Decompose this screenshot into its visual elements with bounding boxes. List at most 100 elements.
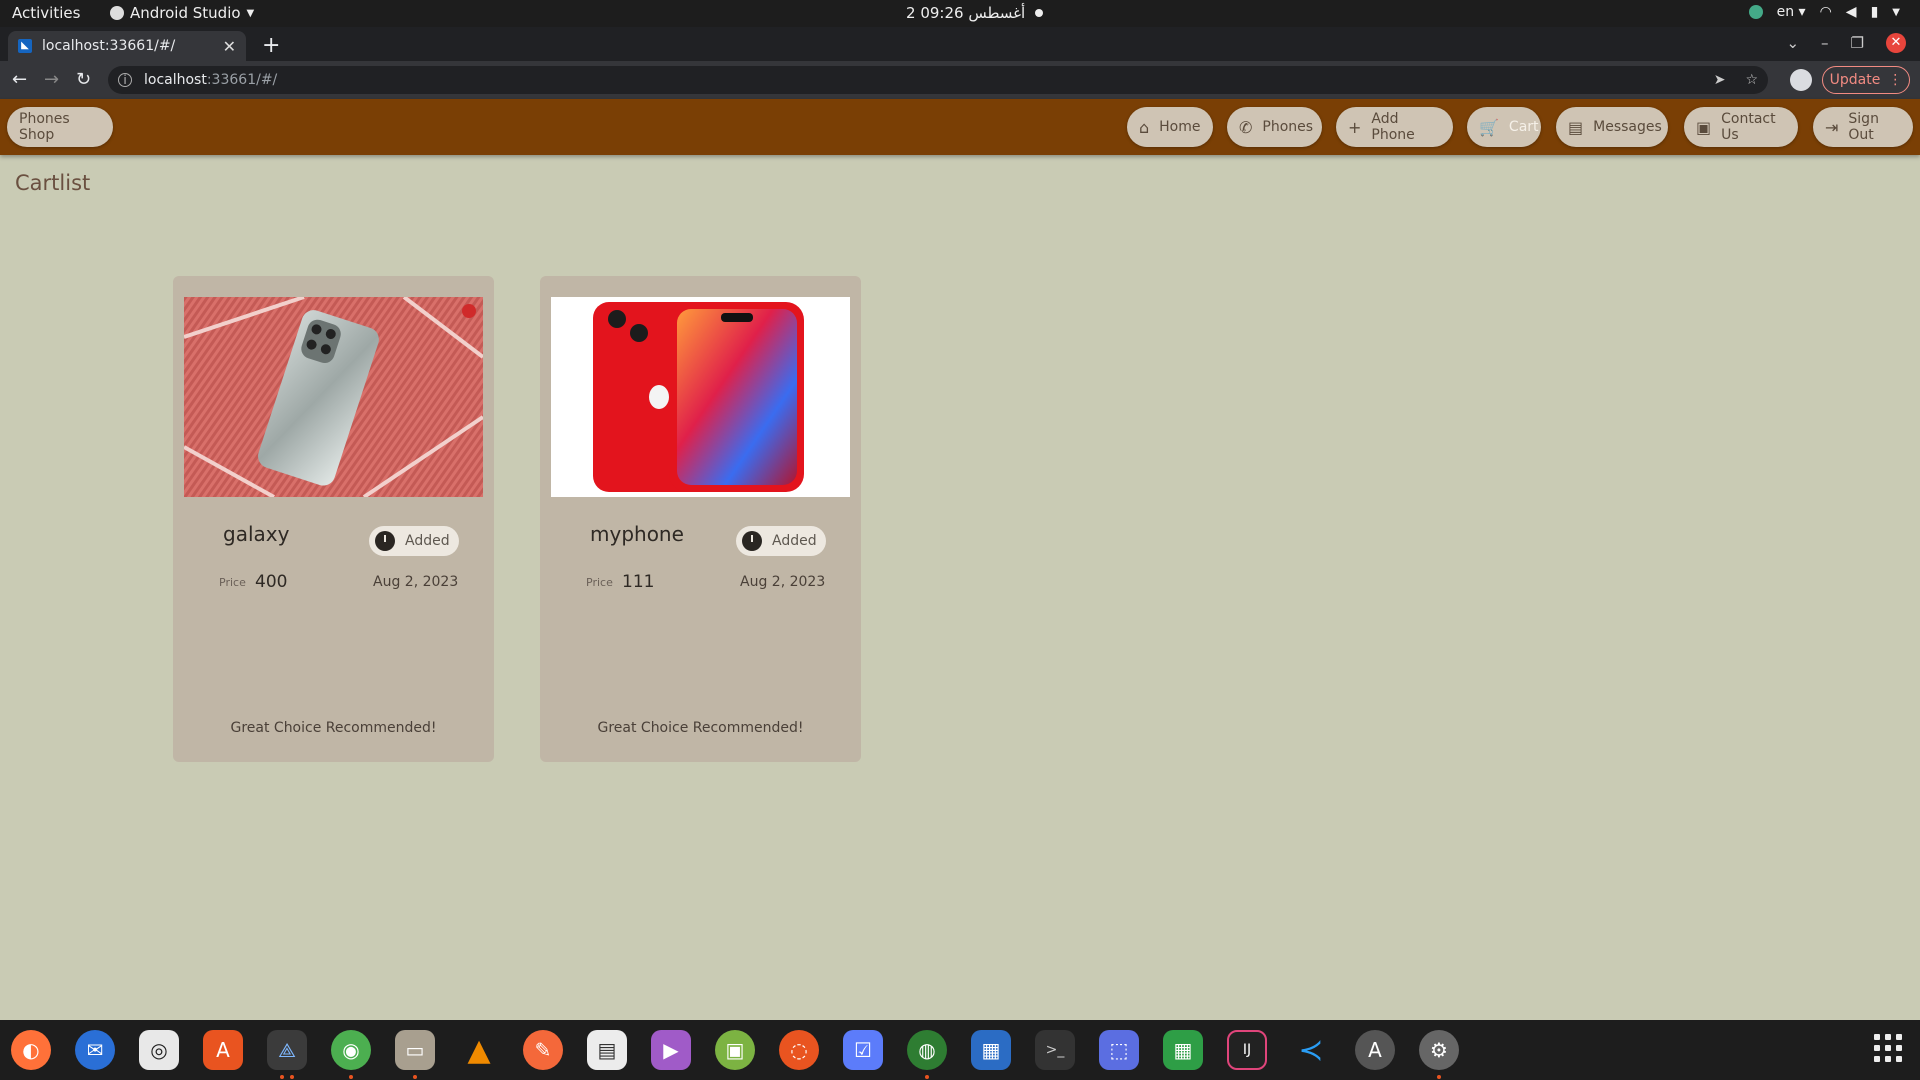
clock[interactable]: 2 أغسطس 09:26 [906,4,1044,22]
show-applications-icon[interactable] [1874,1034,1902,1062]
contact-icon: ▣ [1696,117,1712,137]
vscode-icon[interactable]: ≺ [1291,1030,1331,1070]
brand-button[interactable]: Phones Shop [7,107,113,147]
update-button[interactable]: Update ⋮ [1822,66,1910,94]
reload-icon[interactable]: ↻ [76,69,91,90]
forward-arrow-icon[interactable]: → [44,69,59,90]
nav-messages-label: Messages [1593,119,1662,135]
update-label: Update [1829,72,1881,88]
ubuntu-icon[interactable]: ◌ [779,1030,819,1070]
language-indicator[interactable]: en ▾ [1777,4,1806,20]
rhythmbox-icon[interactable]: ◎ [139,1030,179,1070]
nav-contact-us-button[interactable]: ▣ Contact Us [1684,107,1798,147]
card-phone-name: galaxy [223,522,290,546]
firefox-icon[interactable]: ◐ [11,1030,51,1070]
back-arrow-icon[interactable]: ← [12,69,27,90]
profile-avatar-icon[interactable] [1790,69,1812,91]
nav-cart-button[interactable]: 🛒 Cart [1467,107,1541,147]
software-center-icon[interactable]: A [203,1030,243,1070]
settings-icon[interactable]: ⚙ [1419,1030,1459,1070]
battery-icon: ▮ [1870,4,1879,20]
added-status-chip[interactable]: Added [736,526,826,556]
android-studio-icon [110,6,124,20]
android-icon[interactable]: ▣ [715,1030,755,1070]
language-label: en [1776,4,1795,20]
system-tray[interactable]: en ▾ ◠ ◀ ▮ ▼ [1748,4,1900,20]
url-path: :33661/#/ [206,72,278,88]
brand-label: Phones Shop [19,111,70,143]
android-studio-icon[interactable]: ⟁ [267,1030,307,1070]
running-indicator [290,1075,294,1079]
cart-card[interactable]: galaxy Added Price 400 Aug 2, 2023 Great… [173,276,494,762]
flutter-favicon-icon: ◣ [18,39,32,53]
globe-icon[interactable]: ◍ [907,1030,947,1070]
minimize-icon[interactable]: – [1821,34,1829,52]
clock-icon [375,531,395,551]
cart-icon: 🛒 [1479,117,1499,137]
recommendation-note: Great Choice Recommended! [230,720,437,736]
home-icon: ⌂ [1139,117,1150,137]
iphone-image [551,297,850,497]
files-icon[interactable]: ▭ [395,1030,435,1070]
nav-home-button[interactable]: ⌂ Home [1127,107,1213,147]
system-top-bar: Activities Android Studio ▼ 2 أغسطس 09:2… [0,0,1920,27]
vlc-icon[interactable]: ▲ [459,1030,499,1070]
tasks-icon[interactable]: ☑ [843,1030,883,1070]
notification-dot-icon [1035,9,1044,17]
writer-icon[interactable]: ▦ [971,1030,1011,1070]
price-label: Price [586,576,613,589]
app-menu-label: Android Studio [130,4,241,22]
window-close-icon[interactable]: ✕ [1886,33,1906,53]
ubuntu-dock: ◐ ✉ ◎ A ⟁ ◉ ▭ ▲ ✎ ▤ ▶ ▣ ◌ ☑ ◍ ▦ >_ ⬚ ▦ I… [0,1020,1920,1080]
pen-icon[interactable]: ✎ [523,1030,563,1070]
nav-sign-out-label: Sign Out [1848,111,1879,143]
nav-phones-button[interactable]: ✆ Phones [1227,107,1322,147]
nav-sign-out-button[interactable]: ⇥ Sign Out [1813,107,1913,147]
added-status-chip[interactable]: Added [369,526,459,556]
thunderbird-icon[interactable]: ✉ [75,1030,115,1070]
app-menu[interactable]: Android Studio ▼ [110,4,254,22]
activities-button[interactable]: Activities [12,4,80,22]
more-vert-icon: ⋮ [1888,72,1903,88]
document-viewer-icon[interactable]: ▤ [587,1030,627,1070]
volume-icon: ◀ [1845,4,1857,20]
send-icon[interactable]: ➤ [1714,72,1726,88]
updater-icon[interactable]: A [1355,1030,1395,1070]
nav-messages-button[interactable]: ▤ Messages [1556,107,1668,147]
galaxy-phone-image [184,297,483,497]
cart-card[interactable]: myphone Added Price 111 Aug 2, 2023 Grea… [540,276,861,762]
added-date: Aug 2, 2023 [740,574,826,590]
address-bar[interactable]: i localhost:33661/#/ ➤ ☆ [108,66,1768,94]
calc-icon[interactable]: ▦ [1163,1030,1203,1070]
browser-tab[interactable]: ◣ localhost:33661/#/ ✕ [8,31,246,61]
terminal-icon[interactable]: >_ [1035,1030,1075,1070]
tab-search-chevron-icon[interactable]: ⌄ [1786,34,1799,52]
plus-icon: + [1348,117,1362,137]
browser-tab-strip: ◣ localhost:33661/#/ ✕ + ⌄ – ❐ ✕ [0,27,1920,61]
bookmark-star-icon[interactable]: ☆ [1745,72,1758,88]
clock-icon [742,531,762,551]
chip-label: Added [772,533,817,549]
added-date: Aug 2, 2023 [373,574,459,590]
nav-phones-label: Phones [1262,119,1314,135]
wifi-icon: ◠ [1819,4,1832,20]
video-icon[interactable]: ▶ [651,1030,691,1070]
nav-home-label: Home [1159,119,1201,135]
info-icon[interactable]: i [118,73,132,87]
nav-add-phone-label: Add Phone [1371,111,1415,143]
globe-icon [1748,5,1763,19]
running-indicator [280,1075,284,1079]
chip-label: Added [405,533,450,549]
chrome-icon[interactable]: ◉ [331,1030,371,1070]
app-header: Phones Shop ⌂ Home ✆ Phones + Add Phone … [0,99,1920,155]
nav-cart-label: Cart [1508,119,1539,135]
nav-add-phone-button[interactable]: + Add Phone [1336,107,1453,147]
running-indicator [1437,1075,1441,1079]
screenshot-icon[interactable]: ⬚ [1099,1030,1139,1070]
close-icon[interactable]: ✕ [223,37,236,56]
new-tab-plus-icon[interactable]: + [262,33,280,58]
chevron-down-icon: ▼ [1892,6,1900,18]
intellij-icon[interactable]: IJ [1227,1030,1267,1070]
restore-icon[interactable]: ❐ [1851,34,1864,52]
clock-label: 2 أغسطس 09:26 [906,4,1026,22]
